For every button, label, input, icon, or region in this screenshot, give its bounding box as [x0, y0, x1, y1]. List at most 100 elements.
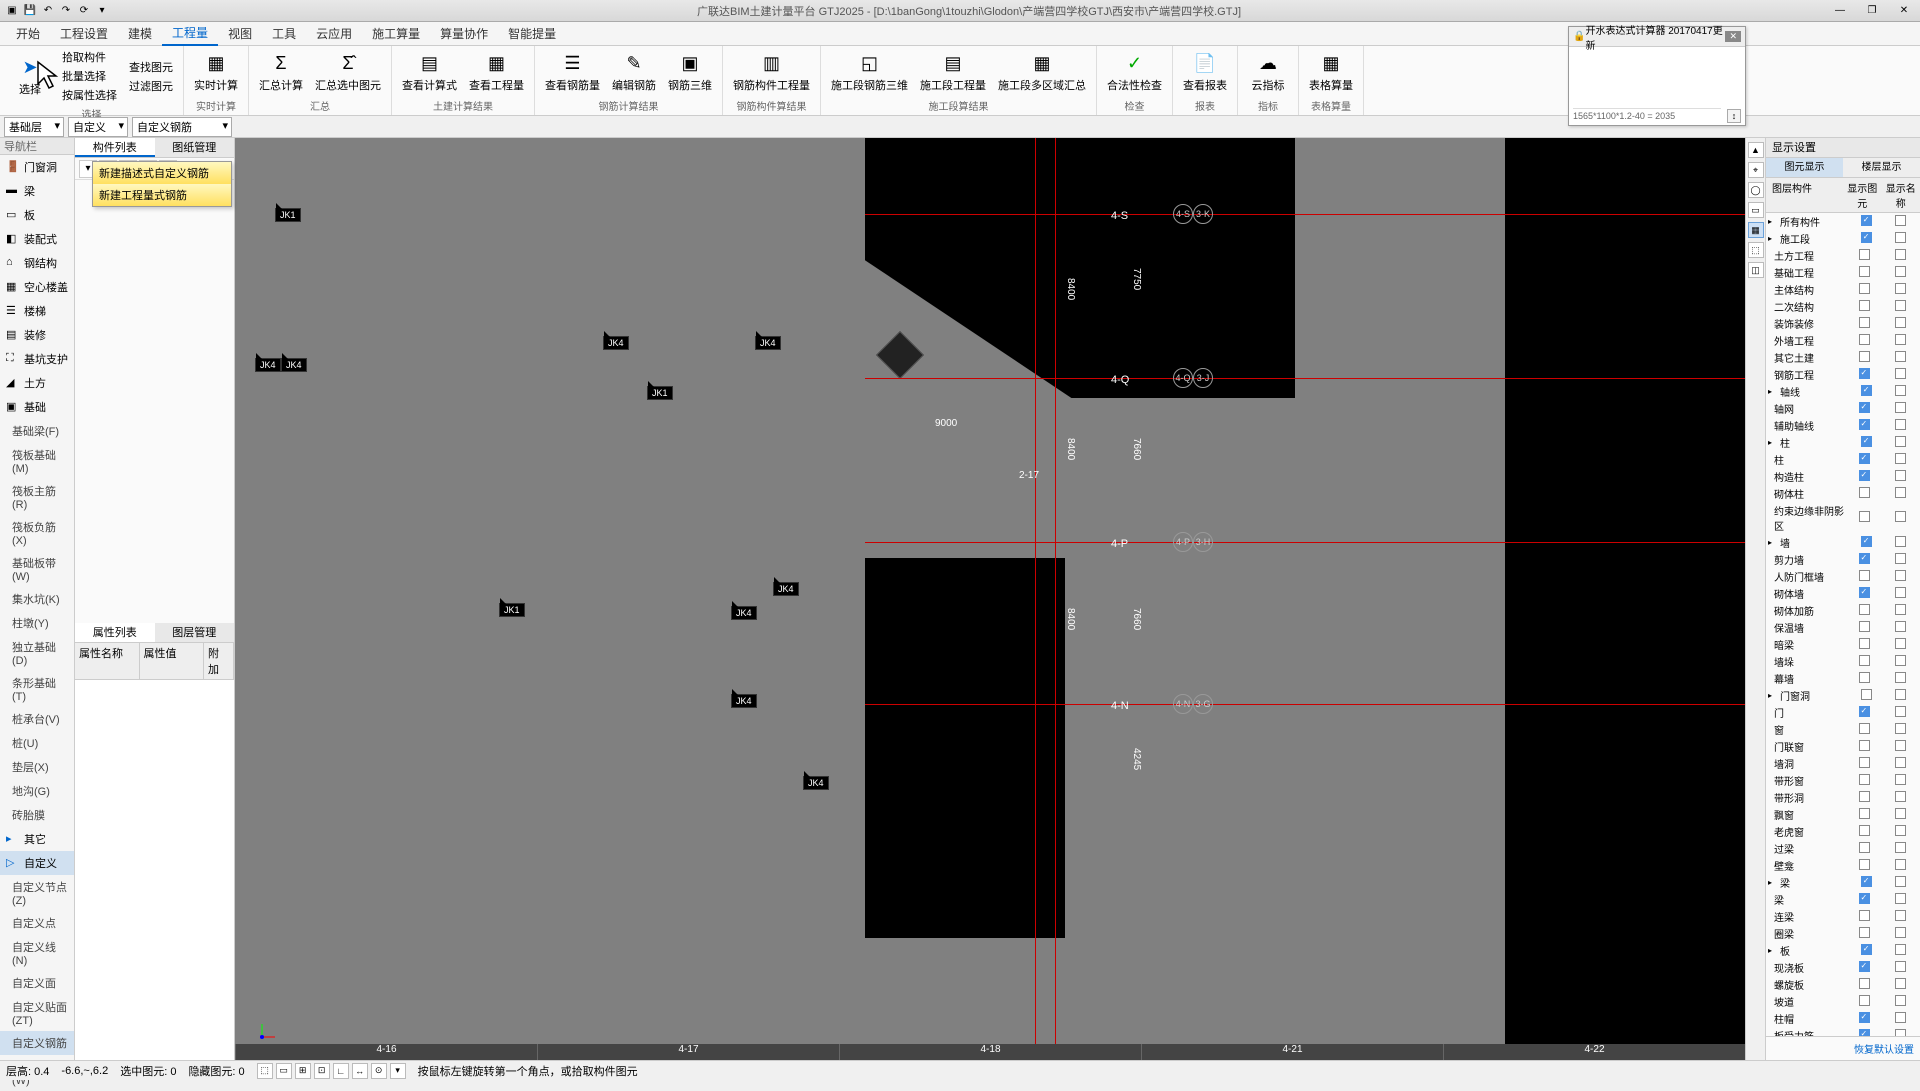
- show-name-checkbox[interactable]: [1895, 621, 1906, 632]
- show-element-checkbox[interactable]: [1859, 638, 1870, 649]
- nav-custom-sub[interactable]: 自定义线(N): [0, 935, 74, 971]
- show-name-checkbox[interactable]: [1895, 553, 1906, 564]
- show-element-checkbox[interactable]: [1859, 317, 1870, 328]
- show-name-checkbox[interactable]: [1895, 978, 1906, 989]
- display-row[interactable]: 主体结构: [1766, 281, 1920, 298]
- show-element-checkbox[interactable]: [1859, 621, 1870, 632]
- display-row[interactable]: 暗梁: [1766, 636, 1920, 653]
- ctx-new-descriptive[interactable]: 新建描述式自定义钢筋: [93, 162, 231, 184]
- view-tool-1[interactable]: ▲: [1748, 142, 1764, 158]
- nav-装配式[interactable]: ◧装配式: [0, 227, 74, 251]
- nav-自定义[interactable]: ▷自定义: [0, 851, 74, 875]
- display-row[interactable]: 砌体加筋: [1766, 602, 1920, 619]
- nav-空心楼盖[interactable]: ▦空心楼盖: [0, 275, 74, 299]
- segment-multi-button[interactable]: ▦施工段多区域汇总: [994, 49, 1090, 95]
- display-row[interactable]: 施工段: [1766, 230, 1920, 247]
- batch-select[interactable]: 批量选择: [58, 67, 121, 85]
- show-name-checkbox[interactable]: [1895, 419, 1906, 430]
- show-name-checkbox[interactable]: [1895, 436, 1906, 447]
- show-name-checkbox[interactable]: [1895, 961, 1906, 972]
- nav-板[interactable]: ▭板: [0, 203, 74, 227]
- show-name-checkbox[interactable]: [1895, 1029, 1906, 1037]
- show-element-checkbox[interactable]: [1859, 511, 1870, 522]
- show-element-checkbox[interactable]: [1859, 808, 1870, 819]
- nav-基坑支护[interactable]: ⛶基坑支护: [0, 347, 74, 371]
- show-element-checkbox[interactable]: [1859, 283, 1870, 294]
- nav-custom-sub[interactable]: 自定义钢筋: [0, 1031, 74, 1055]
- menu-construction[interactable]: 施工算量: [362, 22, 430, 45]
- sb-btn-3[interactable]: ⊞: [295, 1063, 311, 1079]
- show-name-checkbox[interactable]: [1895, 334, 1906, 345]
- jk-label[interactable]: JK4: [281, 358, 307, 372]
- display-row[interactable]: 墙: [1766, 534, 1920, 551]
- show-element-checkbox[interactable]: [1859, 249, 1870, 260]
- display-row[interactable]: 柱: [1766, 451, 1920, 468]
- jk-label[interactable]: JK4: [731, 694, 757, 708]
- jk-label[interactable]: JK4: [731, 606, 757, 620]
- nav-梁[interactable]: ▬梁: [0, 179, 74, 203]
- display-row[interactable]: 圈梁: [1766, 925, 1920, 942]
- menu-start[interactable]: 开始: [6, 22, 50, 45]
- view-tool-5[interactable]: ▦: [1748, 222, 1764, 238]
- menu-model[interactable]: 建模: [118, 22, 162, 45]
- redo-icon[interactable]: ↷: [58, 3, 74, 19]
- show-name-checkbox[interactable]: [1895, 774, 1906, 785]
- show-element-checkbox[interactable]: [1859, 842, 1870, 853]
- show-name-checkbox[interactable]: [1895, 672, 1906, 683]
- display-row[interactable]: 所有构件: [1766, 213, 1920, 230]
- sb-btn-7[interactable]: ⊙: [371, 1063, 387, 1079]
- nav-钢结构[interactable]: ⌂钢结构: [0, 251, 74, 275]
- display-row[interactable]: 辅助轴线: [1766, 417, 1920, 434]
- display-row[interactable]: 过梁: [1766, 840, 1920, 857]
- new-dropdown-button[interactable]: ▾ 新建描述式自定义钢筋 新建工程量式钢筋: [79, 160, 97, 178]
- show-name-checkbox[interactable]: [1895, 511, 1906, 522]
- show-name-checkbox[interactable]: [1895, 893, 1906, 904]
- rebar-3d-button[interactable]: ▣钢筋三维: [664, 49, 716, 95]
- close-button[interactable]: ✕: [1892, 3, 1916, 19]
- show-element-checkbox[interactable]: [1859, 706, 1870, 717]
- show-element-checkbox[interactable]: [1861, 232, 1872, 243]
- show-name-checkbox[interactable]: [1895, 470, 1906, 481]
- display-row[interactable]: 外墙工程: [1766, 332, 1920, 349]
- display-row[interactable]: 剪力墙: [1766, 551, 1920, 568]
- show-element-checkbox[interactable]: [1859, 791, 1870, 802]
- display-row[interactable]: 现浇板: [1766, 959, 1920, 976]
- show-name-checkbox[interactable]: [1895, 266, 1906, 277]
- show-name-checkbox[interactable]: [1895, 859, 1906, 870]
- show-element-checkbox[interactable]: [1859, 672, 1870, 683]
- nav-sub[interactable]: 条形基础(T): [0, 671, 74, 707]
- show-name-checkbox[interactable]: [1895, 1012, 1906, 1023]
- show-name-checkbox[interactable]: [1895, 944, 1906, 955]
- show-name-checkbox[interactable]: [1895, 249, 1906, 260]
- show-element-checkbox[interactable]: [1861, 876, 1872, 887]
- nav-sub[interactable]: 砖胎膜: [0, 803, 74, 827]
- pick-component[interactable]: 拾取构件: [58, 48, 121, 66]
- nav-sub[interactable]: 桩(U): [0, 731, 74, 755]
- view-tool-4[interactable]: ▭: [1748, 202, 1764, 218]
- show-element-checkbox[interactable]: [1859, 961, 1870, 972]
- show-element-checkbox[interactable]: [1859, 978, 1870, 989]
- display-row[interactable]: 柱: [1766, 434, 1920, 451]
- show-element-checkbox[interactable]: [1859, 910, 1870, 921]
- sb-btn-6[interactable]: ↔: [352, 1063, 368, 1079]
- view-quantity-button[interactable]: ▦查看工程量: [465, 49, 528, 95]
- axis-widget[interactable]: [259, 1022, 277, 1040]
- view-rebar-button[interactable]: ☰查看钢筋量: [541, 49, 604, 95]
- nav-custom-sub[interactable]: 自定义贴面(ZT): [0, 995, 74, 1031]
- sb-btn-8[interactable]: ▾: [390, 1063, 406, 1079]
- show-element-checkbox[interactable]: [1859, 893, 1870, 904]
- canvas[interactable]: 9000 8400 8400 8400 7750 7660 7660 4245 …: [235, 138, 1745, 1060]
- show-element-checkbox[interactable]: [1859, 604, 1870, 615]
- realtime-calc-button[interactable]: ▦实时计算: [190, 49, 242, 95]
- view-tool-7[interactable]: ◫: [1748, 262, 1764, 278]
- show-element-checkbox[interactable]: [1859, 995, 1870, 1006]
- summary-calc-button[interactable]: Σ汇总计算: [255, 49, 307, 95]
- restore-button[interactable]: ❐: [1860, 3, 1884, 19]
- nav-门窗洞[interactable]: 🚪门窗洞: [0, 155, 74, 179]
- display-row[interactable]: 窗: [1766, 721, 1920, 738]
- sb-btn-4[interactable]: ⊡: [314, 1063, 330, 1079]
- show-name-checkbox[interactable]: [1895, 283, 1906, 294]
- nav-sub[interactable]: 垫层(X): [0, 755, 74, 779]
- display-row[interactable]: 其它土建: [1766, 349, 1920, 366]
- nav-custom-sub[interactable]: 自定义面: [0, 971, 74, 995]
